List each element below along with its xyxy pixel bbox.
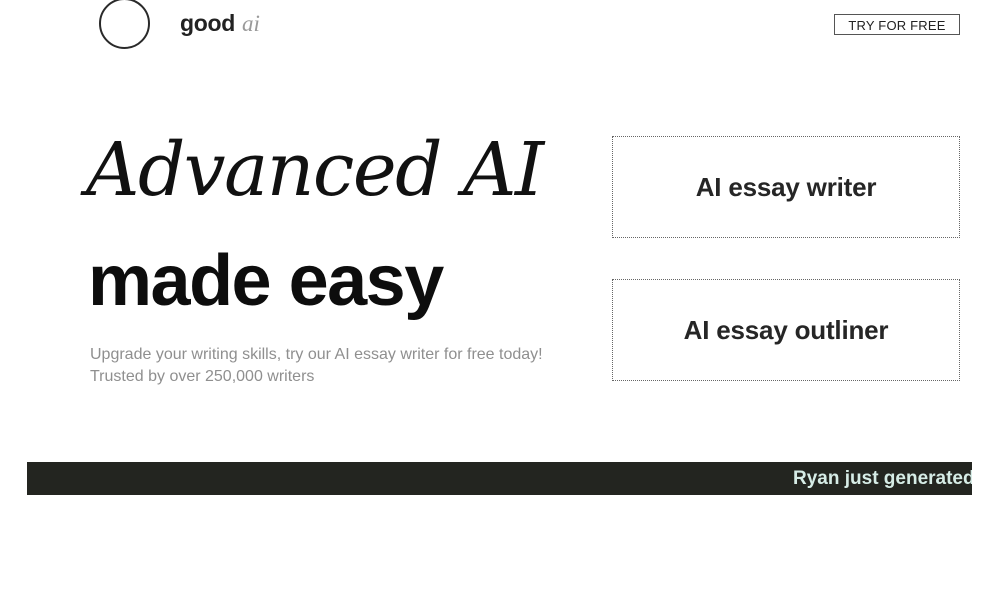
logo-circle-icon[interactable] xyxy=(99,0,150,49)
ai-essay-writer-card[interactable]: AI essay writer xyxy=(612,136,960,238)
hero-title-line1: Advanced AI xyxy=(86,127,544,213)
activity-ticker-bar: Ryan just generated xyxy=(27,462,972,495)
hero-subtitle-line2: Trusted by over 250,000 writers xyxy=(90,368,315,385)
ai-essay-outliner-card[interactable]: AI essay outliner xyxy=(612,279,960,381)
logo-wordmark[interactable]: good xyxy=(180,10,235,37)
try-for-free-button[interactable]: TRY FOR FREE xyxy=(834,14,960,35)
logo-ai-suffix: ai xyxy=(242,11,260,36)
hero-subtitle: Upgrade your writing skills, try our AI … xyxy=(90,344,590,388)
hero-title-line2: made easy xyxy=(88,241,444,321)
ticker-text: Ryan just generated xyxy=(793,468,972,489)
hero-subtitle-line1: Upgrade your writing skills, try our AI … xyxy=(90,346,543,363)
